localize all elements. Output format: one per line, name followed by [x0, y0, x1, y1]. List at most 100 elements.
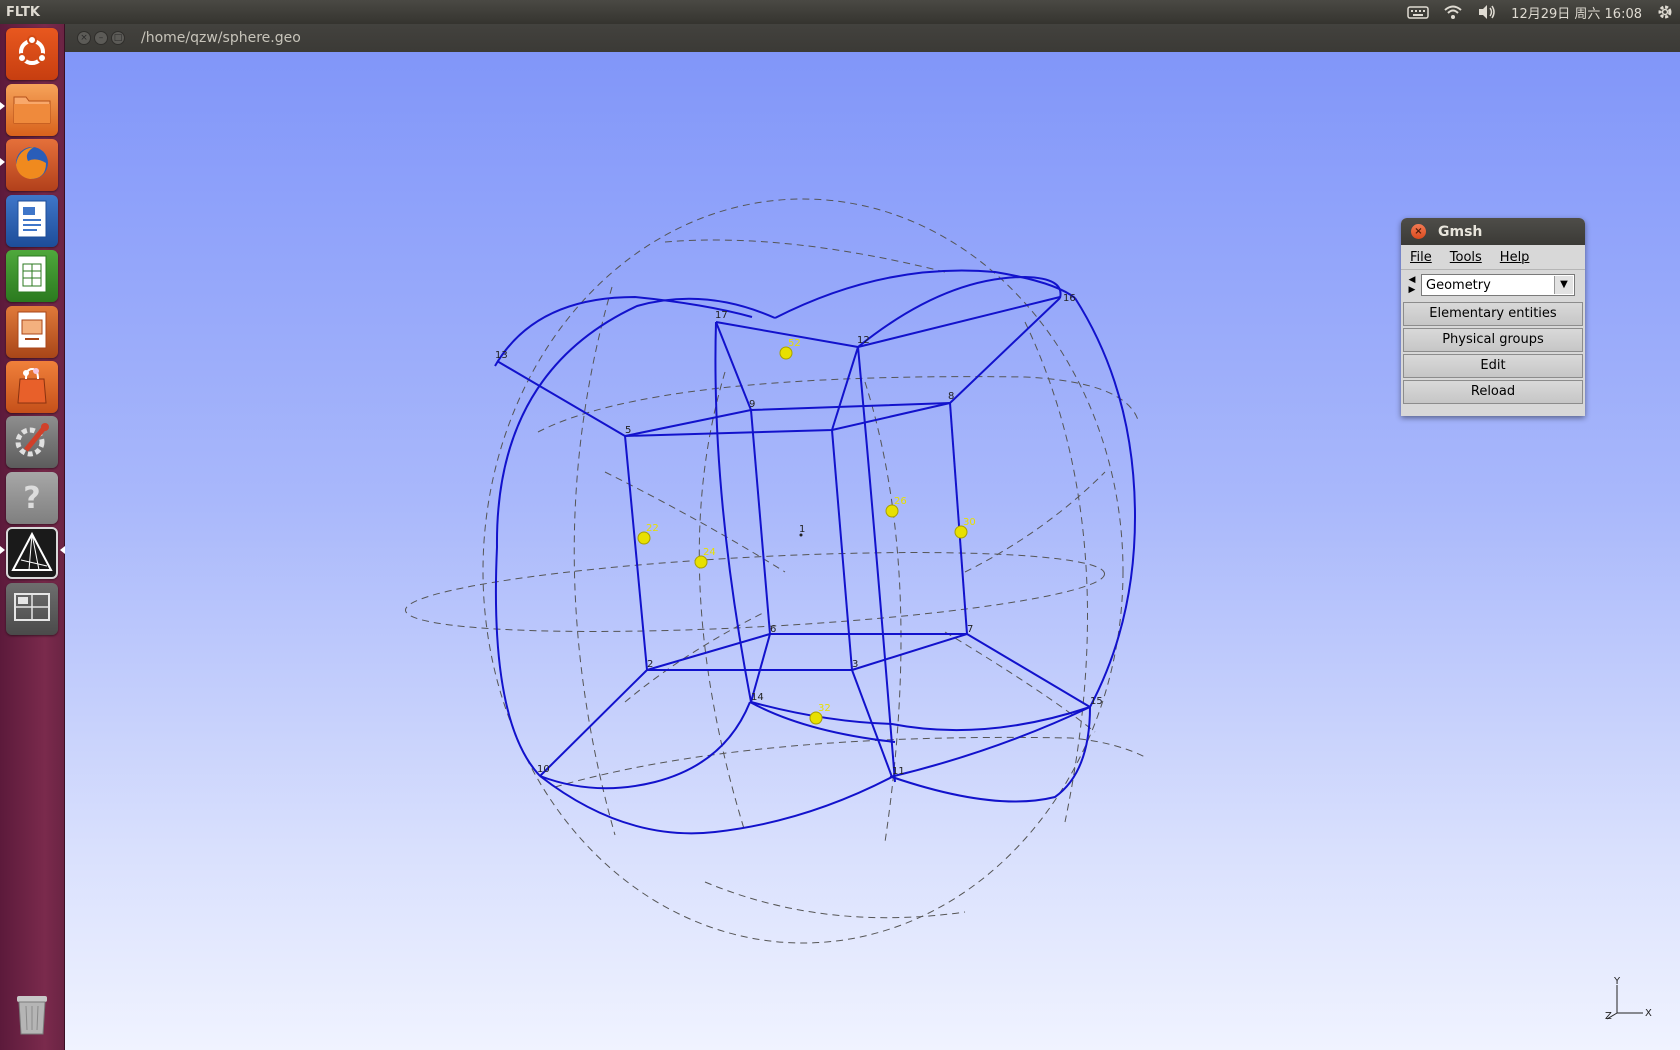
edge-arc-16-15 [1074, 297, 1137, 708]
edge-16-8 [949, 297, 1061, 404]
volume-icon[interactable] [1477, 4, 1497, 20]
surface-marker-group: 52 22 24 26 30 32 [637, 338, 976, 725]
point-label-8: 8 [948, 391, 954, 402]
equator-ellipse [404, 552, 1106, 632]
edit-button[interactable]: Edit [1403, 354, 1583, 378]
back-arc-3 [573, 286, 616, 836]
axis-label-y: Y [1613, 976, 1621, 987]
axis-triad: Y X Z [1605, 976, 1652, 1022]
top-panel: FLTK 12月29日 周六 16:08 [0, 0, 1680, 24]
launcher-firefox[interactable] [6, 139, 58, 191]
keyboard-icon[interactable] [1407, 5, 1429, 19]
point-label-14: 14 [751, 692, 764, 703]
visible-edges [494, 269, 1137, 835]
calc-icon [15, 254, 49, 298]
point-label-3: 3 [852, 659, 858, 670]
back-arc-8 [704, 881, 966, 919]
gmsh-panel-titlebar[interactable]: × Gmsh [1401, 218, 1585, 245]
point-label-16: 16 [1063, 293, 1076, 304]
back-arc-2 [554, 736, 1146, 788]
shopping-bag-icon [14, 365, 50, 409]
module-select[interactable]: Geometry ▼ [1421, 274, 1575, 296]
back-arc-10 [964, 471, 1106, 573]
menu-tools[interactable]: Tools [1450, 250, 1482, 265]
trash-icon [13, 992, 51, 1040]
edge-9-6 [750, 409, 771, 635]
surface-marker-label-22: 22 [646, 523, 659, 534]
reload-button[interactable]: Reload [1403, 380, 1583, 404]
edge-12-11 [857, 346, 896, 783]
panel-close-icon[interactable]: × [1411, 224, 1426, 239]
edge-14-15 [750, 701, 1091, 732]
edge-arc-10-11 [539, 775, 893, 835]
workspace-icon [13, 592, 51, 626]
window-maximize-icon[interactable]: □ [111, 31, 125, 45]
edge-arc-13-10 [494, 546, 541, 777]
window-minimize-icon[interactable]: – [94, 31, 108, 45]
folder-icon [12, 91, 52, 129]
launcher-workspace-switcher[interactable] [6, 583, 58, 635]
menu-file[interactable]: File [1410, 250, 1432, 265]
point-label-7: 7 [967, 624, 973, 635]
wrench-icon [12, 420, 52, 464]
launcher-impress[interactable] [6, 306, 58, 358]
settings-gear-icon[interactable] [1656, 3, 1674, 21]
back-arc-12 [944, 631, 1096, 733]
surface-marker-label-24: 24 [703, 547, 716, 558]
point-label-10: 10 [537, 764, 550, 775]
window-titlebar[interactable]: × – □ /home/qzw/sphere.geo [65, 24, 1680, 52]
launcher-writer[interactable] [6, 195, 58, 247]
elementary-entities-button[interactable]: Elementary entities [1403, 302, 1583, 326]
launcher-ubuntu-dash[interactable] [6, 28, 58, 80]
wifi-icon[interactable] [1443, 4, 1463, 20]
edge-arc-13-17 [495, 297, 776, 548]
point-label-9: 9 [749, 399, 755, 410]
launcher-trash[interactable] [6, 990, 58, 1042]
physical-groups-button[interactable]: Physical groups [1403, 328, 1583, 352]
edge-arc-11-15-low [889, 706, 1091, 778]
launcher-system-settings[interactable] [6, 416, 58, 468]
center-point-label: 1 [799, 524, 805, 535]
geometry-canvas[interactable]: 13 17 12 16 5 9 8 1 6 7 2 3 14 15 10 11 … [65, 52, 1680, 1050]
clock[interactable]: 12月29日 周六 16:08 [1511, 3, 1642, 22]
launcher-help[interactable]: ? [6, 472, 58, 524]
module-select-value: Geometry [1426, 277, 1491, 293]
panel-menubar: File Tools Help [1401, 245, 1585, 270]
gmsh-icon [11, 530, 53, 576]
module-nav-arrows[interactable]: ◀ ▶ [1403, 273, 1421, 297]
indicator-area: 12月29日 周六 16:08 [1407, 3, 1680, 22]
center-point [799, 533, 803, 537]
back-arc-5 [698, 371, 746, 833]
surface-marker-label-26: 26 [894, 496, 907, 507]
launcher-software-center[interactable] [6, 361, 58, 413]
edge-arc-13-17-top [494, 295, 753, 367]
launcher-files[interactable] [6, 84, 58, 136]
unity-launcher: ? [0, 24, 65, 1050]
axis-label-x: X [1645, 1008, 1652, 1019]
menu-help[interactable]: Help [1500, 250, 1530, 265]
edge-arc-12-16-top [857, 275, 1062, 348]
back-arc-7 [664, 239, 946, 273]
launcher-gmsh[interactable] [6, 527, 58, 579]
edge-2-6 [646, 633, 771, 671]
edge-13-5 [496, 360, 626, 437]
point-label-13: 13 [495, 350, 508, 361]
gmsh-graphics-viewport[interactable]: 13 17 12 16 5 9 8 1 6 7 2 3 14 15 10 11 … [65, 52, 1680, 1050]
surface-marker-label-30: 30 [963, 517, 976, 528]
panel-title: Gmsh [1438, 223, 1483, 240]
ubuntu-logo-icon [15, 35, 49, 73]
edge-17-9 [715, 321, 752, 411]
launcher-calc[interactable] [6, 250, 58, 302]
back-arc-4 [1024, 321, 1088, 823]
active-app-name: FLTK [6, 4, 40, 20]
gmsh-control-panel: × Gmsh File Tools Help ◀ ▶ Geometry ▼ El… [1401, 218, 1585, 416]
surface-marker-label-32: 32 [818, 703, 831, 714]
arrow-left-icon[interactable]: ◀ [1409, 275, 1416, 285]
chevron-down-icon[interactable]: ▼ [1554, 276, 1573, 294]
arrow-right-icon[interactable]: ▶ [1409, 285, 1416, 295]
point-label-6: 6 [770, 624, 776, 635]
window-close-icon[interactable]: × [77, 31, 91, 45]
question-icon: ? [23, 480, 41, 516]
edge-17-12 [715, 321, 859, 348]
edge-2-10 [539, 669, 648, 777]
